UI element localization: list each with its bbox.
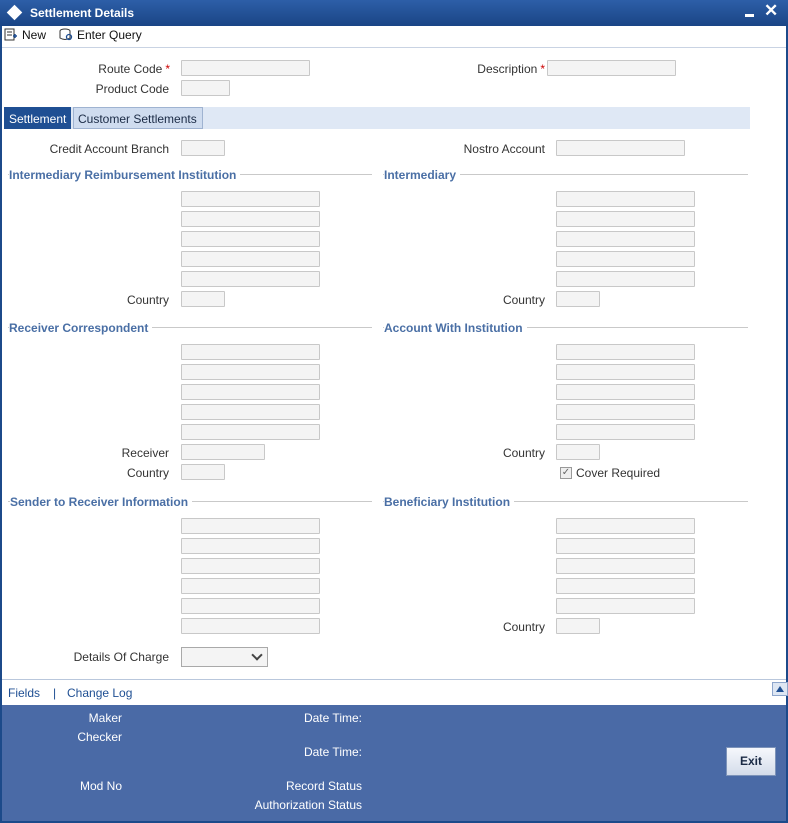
close-icon[interactable]: ✕: [764, 1, 778, 21]
tab-settlement[interactable]: Settlement: [4, 107, 71, 129]
minimize-icon[interactable]: [745, 14, 754, 17]
credit-account-branch-label: Credit Account Branch: [49, 142, 169, 156]
nostro-account-label: Nostro Account: [463, 142, 545, 156]
bi-country-input[interactable]: [556, 618, 600, 634]
diamond-icon: [6, 4, 23, 21]
maker-date-time-label: Date Time:: [303, 711, 362, 725]
awi-line-1-input[interactable]: [556, 344, 695, 360]
receiver-correspondent-title: Receiver Correspondent: [9, 321, 153, 335]
irn-line-2-input[interactable]: [181, 211, 320, 227]
mod-no-label: Mod No: [79, 779, 122, 793]
description-input[interactable]: [547, 60, 676, 76]
bi-line-4-input[interactable]: [556, 578, 695, 594]
intermediary-country-input[interactable]: [556, 291, 600, 307]
bi-country-label: Country: [502, 620, 545, 634]
awi-line-2-input[interactable]: [556, 364, 695, 380]
sender-to-receiver-title: Sender to Receiver Information: [10, 495, 193, 509]
audit-footer: Maker Checker Mod No Date Time: Date Tim…: [2, 705, 786, 821]
authorization-status-label: Authorization Status: [254, 798, 362, 812]
credit-account-branch-input[interactable]: [181, 140, 225, 156]
details-of-charge-label: Details Of Charge: [73, 650, 169, 664]
beneficiary-institution-title: Beneficiary Institution: [384, 495, 515, 509]
rc-line-3-input[interactable]: [181, 384, 320, 400]
intermediary-line-1-input[interactable]: [556, 191, 695, 207]
links-bar: Fields | Change Log: [2, 679, 788, 705]
intermediary-country-label: Country: [502, 293, 545, 307]
bi-line-1-input[interactable]: [556, 518, 695, 534]
bi-line-2-input[interactable]: [556, 538, 695, 554]
details-of-charge-select[interactable]: [181, 647, 268, 667]
intermediary-line-5-input[interactable]: [556, 271, 695, 287]
cover-required-checkbox[interactable]: ✓: [560, 467, 572, 479]
sri-line-6-input[interactable]: [181, 618, 320, 634]
rc-country-input[interactable]: [181, 464, 225, 480]
description-label: Description *: [477, 62, 545, 76]
change-log-link[interactable]: Change Log: [67, 686, 132, 700]
query-icon: [59, 28, 73, 41]
title-bar: Settlement Details ✕: [0, 0, 788, 26]
awi-line-3-input[interactable]: [556, 384, 695, 400]
awi-country-label: Country: [502, 446, 545, 460]
fields-link[interactable]: Fields: [8, 686, 40, 700]
product-code-input[interactable]: [181, 80, 230, 96]
chevron-down-icon: [251, 649, 263, 661]
bi-line-5-input[interactable]: [556, 598, 695, 614]
scroll-up-button[interactable]: [772, 682, 788, 696]
product-code-label: Product Code: [95, 82, 169, 96]
irn-line-5-input[interactable]: [181, 271, 320, 287]
bi-line-3-input[interactable]: [556, 558, 695, 574]
account-with-institution-title: Account With Institution: [384, 321, 527, 335]
new-button[interactable]: New: [4, 28, 46, 42]
awi-country-input[interactable]: [556, 444, 600, 460]
intermediary-line-4-input[interactable]: [556, 251, 695, 267]
irn-country-input[interactable]: [181, 291, 225, 307]
sri-line-4-input[interactable]: [181, 578, 320, 594]
intermediary-line-3-input[interactable]: [556, 231, 695, 247]
enter-query-button[interactable]: Enter Query: [59, 28, 142, 42]
intermediary-reimbursement-title: Intermediary Reimbursement Institution: [9, 168, 241, 182]
window-title: Settlement Details: [30, 6, 135, 20]
maker-label: Maker: [88, 711, 122, 725]
irn-line-1-input[interactable]: [181, 191, 320, 207]
rc-line-2-input[interactable]: [181, 364, 320, 380]
awi-line-4-input[interactable]: [556, 404, 695, 420]
rc-line-5-input[interactable]: [181, 424, 320, 440]
enter-query-label: Enter Query: [77, 28, 142, 42]
irn-country-label: Country: [126, 293, 169, 307]
checker-date-time-label: Date Time:: [303, 745, 362, 759]
tab-strip: Settlement Customer Settlements: [4, 107, 750, 129]
sri-line-2-input[interactable]: [181, 538, 320, 554]
checker-label: Checker: [77, 730, 122, 744]
awi-line-5-input[interactable]: [556, 424, 695, 440]
rc-country-label: Country: [126, 466, 169, 480]
route-code-input[interactable]: [181, 60, 310, 76]
new-label: New: [22, 28, 47, 42]
tab-customer-settlements[interactable]: Customer Settlements: [73, 107, 203, 129]
irn-line-3-input[interactable]: [181, 231, 320, 247]
sri-line-1-input[interactable]: [181, 518, 320, 534]
record-status-label: Record Status: [285, 779, 362, 793]
intermediary-title: Intermediary: [384, 168, 461, 182]
rc-line-4-input[interactable]: [181, 404, 320, 420]
exit-button[interactable]: Exit: [726, 747, 776, 776]
cover-required-label: Cover Required: [576, 466, 661, 480]
rc-line-1-input[interactable]: [181, 344, 320, 360]
nostro-account-input[interactable]: [556, 140, 685, 156]
scroll-up-icon: [776, 686, 784, 692]
receiver-input[interactable]: [181, 444, 265, 460]
sri-line-5-input[interactable]: [181, 598, 320, 614]
sri-line-3-input[interactable]: [181, 558, 320, 574]
intermediary-line-2-input[interactable]: [556, 211, 695, 227]
link-separator: |: [53, 686, 57, 700]
toolbar: New Enter Query: [2, 26, 786, 48]
new-document-icon: [4, 28, 17, 41]
receiver-label: Receiver: [121, 446, 169, 460]
irn-line-4-input[interactable]: [181, 251, 320, 267]
route-code-label: Route Code *: [98, 62, 170, 76]
